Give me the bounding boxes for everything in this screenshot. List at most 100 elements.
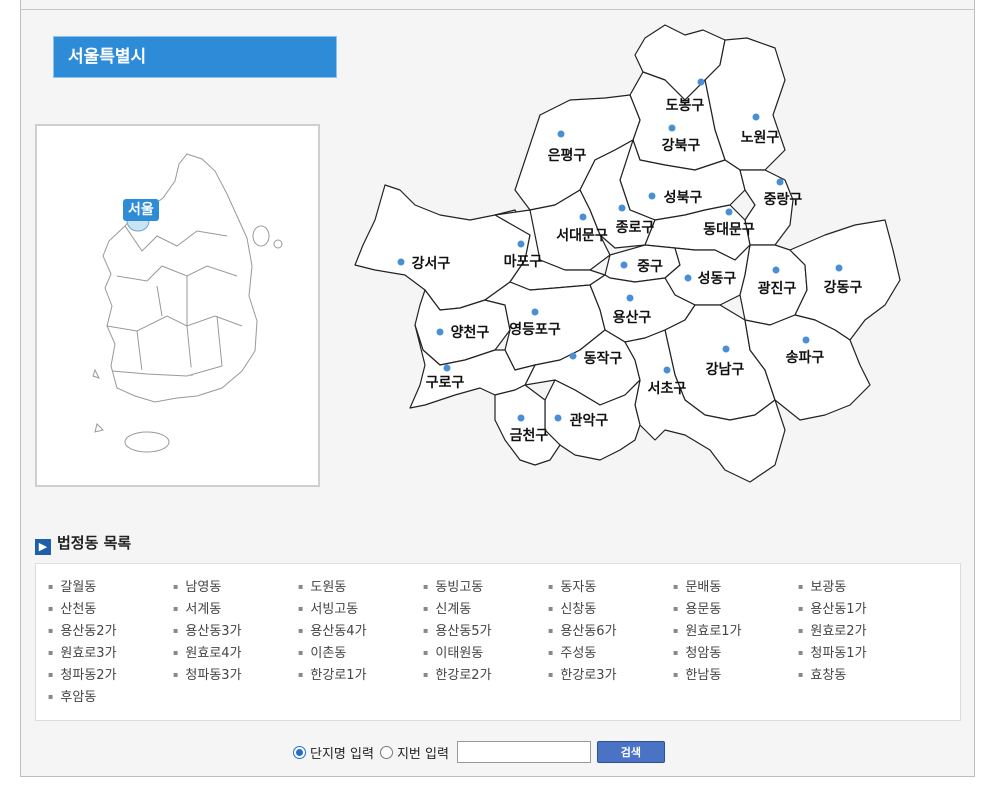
dong-list-heading: ▶ 법정동 목록 bbox=[35, 532, 131, 555]
district-label[interactable]: 강북구 bbox=[662, 137, 701, 154]
district-marker-dot[interactable] bbox=[648, 192, 656, 200]
dong-list-item[interactable]: 도원동 bbox=[298, 576, 423, 598]
dong-list-item[interactable]: 이태원동 bbox=[423, 642, 548, 664]
district-label[interactable]: 금천구 bbox=[510, 428, 549, 444]
dong-list-item[interactable]: 서빙고동 bbox=[298, 598, 423, 620]
korea-outline bbox=[92, 153, 283, 453]
dong-list-item[interactable]: 산천동 bbox=[48, 598, 173, 620]
dong-list-item[interactable]: 용산동3가 bbox=[173, 620, 298, 642]
district-marker-dot[interactable] bbox=[554, 414, 562, 422]
district-label[interactable]: 강남구 bbox=[706, 361, 745, 378]
dong-list-item[interactable]: 한강로3가 bbox=[548, 664, 673, 686]
dong-list-item[interactable]: 주성동 bbox=[548, 642, 673, 664]
dong-list-item[interactable]: 한강로1가 bbox=[298, 664, 423, 686]
dong-list-item[interactable]: 용산동4가 bbox=[298, 620, 423, 642]
district-marker-dot[interactable] bbox=[772, 266, 780, 274]
dong-list-item[interactable]: 효창동 bbox=[798, 664, 923, 686]
district-marker-dot[interactable] bbox=[663, 366, 671, 374]
radio-complex-name[interactable] bbox=[293, 745, 306, 759]
dong-list-item[interactable]: 신계동 bbox=[423, 598, 548, 620]
district-label[interactable]: 영등포구 bbox=[509, 321, 561, 338]
district-marker-dot[interactable] bbox=[626, 294, 634, 302]
district-label[interactable]: 중구 bbox=[637, 259, 663, 275]
district-marker-dot[interactable] bbox=[776, 178, 784, 186]
district-marker-dot[interactable] bbox=[443, 364, 451, 372]
dong-list-item[interactable]: 동빙고동 bbox=[423, 576, 548, 598]
district-marker-dot[interactable] bbox=[835, 264, 843, 272]
district-label[interactable]: 마포구 bbox=[504, 254, 543, 270]
dong-list-item[interactable]: 보광동 bbox=[798, 576, 923, 598]
search-row: 단지명 입력 지번 입력 검색 bbox=[293, 740, 665, 764]
city-title: 서울특별시 bbox=[53, 36, 337, 78]
dong-list-item[interactable]: 한남동 bbox=[673, 664, 798, 686]
district-marker-dot[interactable] bbox=[697, 78, 705, 86]
district-label[interactable]: 구로구 bbox=[426, 375, 465, 391]
arrow-right-icon: ▶ bbox=[35, 539, 51, 555]
dong-list-item[interactable]: 서계동 bbox=[173, 598, 298, 620]
seoul-badge[interactable]: 서울 bbox=[123, 199, 159, 221]
dong-list-item[interactable]: 원효로4가 bbox=[173, 642, 298, 664]
district-label[interactable]: 강동구 bbox=[824, 279, 863, 296]
district-marker-dot[interactable] bbox=[620, 261, 628, 269]
district-label[interactable]: 성북구 bbox=[664, 190, 703, 206]
district-marker-dot[interactable] bbox=[397, 258, 405, 266]
dong-list-item[interactable]: 한강로2가 bbox=[423, 664, 548, 686]
dong-list-item[interactable]: 용문동 bbox=[673, 598, 798, 620]
district-label[interactable]: 종로구 bbox=[616, 220, 655, 236]
district-label[interactable]: 관악구 bbox=[570, 412, 609, 429]
dong-list-item[interactable]: 청암동 bbox=[673, 642, 798, 664]
district-label[interactable]: 서대문구 bbox=[556, 228, 608, 244]
dong-list-item[interactable]: 청파동1가 bbox=[798, 642, 923, 664]
dong-list-item[interactable]: 용산동1가 bbox=[798, 598, 923, 620]
dong-list-item[interactable]: 후암동 bbox=[48, 686, 173, 708]
district-marker-dot[interactable] bbox=[802, 336, 810, 344]
district-marker-dot[interactable] bbox=[752, 113, 760, 121]
district-marker-dot[interactable] bbox=[618, 204, 626, 212]
dong-list-item[interactable]: 갈월동 bbox=[48, 576, 173, 598]
dong-list-item[interactable]: 청파동2가 bbox=[48, 664, 173, 686]
district-label[interactable]: 도봉구 bbox=[666, 98, 705, 114]
dong-list-item[interactable]: 동자동 bbox=[548, 576, 673, 598]
district-marker-dot[interactable] bbox=[436, 328, 444, 336]
district-label[interactable]: 노원구 bbox=[741, 130, 780, 146]
dong-list-item[interactable]: 원효로3가 bbox=[48, 642, 173, 664]
dong-list-box: 갈월동남영동도원동동빙고동동자동문배동보광동산천동서계동서빙고동신계동신창동용문… bbox=[35, 563, 961, 721]
district-label[interactable]: 용산구 bbox=[613, 309, 652, 326]
radio-lot-number[interactable] bbox=[379, 745, 393, 759]
district-label[interactable]: 양천구 bbox=[451, 325, 490, 341]
district-label[interactable]: 동작구 bbox=[584, 350, 623, 367]
radio-lot-number-label[interactable]: 지번 입력 bbox=[397, 743, 449, 762]
district-label[interactable]: 광진구 bbox=[758, 280, 797, 297]
dong-list-item[interactable]: 용산동6가 bbox=[548, 620, 673, 642]
district-marker-dot[interactable] bbox=[684, 274, 692, 282]
district-marker-dot[interactable] bbox=[722, 345, 730, 353]
district-label[interactable]: 서초구 bbox=[648, 381, 687, 397]
dong-list-item[interactable]: 청파동3가 bbox=[173, 664, 298, 686]
dong-list-item[interactable]: 신창동 bbox=[548, 598, 673, 620]
dong-list-item[interactable]: 원효로1가 bbox=[673, 620, 798, 642]
district-marker-dot[interactable] bbox=[579, 213, 587, 221]
district-marker-dot[interactable] bbox=[725, 208, 733, 216]
radio-complex-name-label[interactable]: 단지명 입력 bbox=[310, 743, 374, 762]
district-label[interactable]: 중랑구 bbox=[764, 192, 803, 208]
dong-grid: 갈월동남영동도원동동빙고동동자동문배동보광동산천동서계동서빙고동신계동신창동용문… bbox=[48, 576, 948, 708]
dong-list-item[interactable]: 용산동2가 bbox=[48, 620, 173, 642]
search-button[interactable]: 검색 bbox=[596, 741, 665, 763]
district-label[interactable]: 은평구 bbox=[548, 147, 587, 164]
district-label[interactable]: 송파구 bbox=[786, 350, 825, 366]
dong-list-item[interactable]: 문배동 bbox=[673, 576, 798, 598]
district-label[interactable]: 동대문구 bbox=[703, 222, 755, 238]
district-label[interactable]: 성동구 bbox=[698, 271, 737, 287]
district-marker-dot[interactable] bbox=[569, 352, 577, 360]
district-marker-dot[interactable] bbox=[517, 414, 525, 422]
dong-list-item[interactable]: 남영동 bbox=[173, 576, 298, 598]
district-marker-dot[interactable] bbox=[557, 130, 565, 138]
district-marker-dot[interactable] bbox=[668, 124, 676, 132]
dong-list-item[interactable]: 원효로2가 bbox=[798, 620, 923, 642]
dong-list-item[interactable]: 용산동5가 bbox=[423, 620, 548, 642]
dong-list-item[interactable]: 이촌동 bbox=[298, 642, 423, 664]
district-label[interactable]: 강서구 bbox=[412, 255, 451, 272]
district-marker-dot[interactable] bbox=[531, 308, 539, 316]
search-input[interactable] bbox=[456, 741, 591, 763]
district-marker-dot[interactable] bbox=[517, 240, 525, 248]
